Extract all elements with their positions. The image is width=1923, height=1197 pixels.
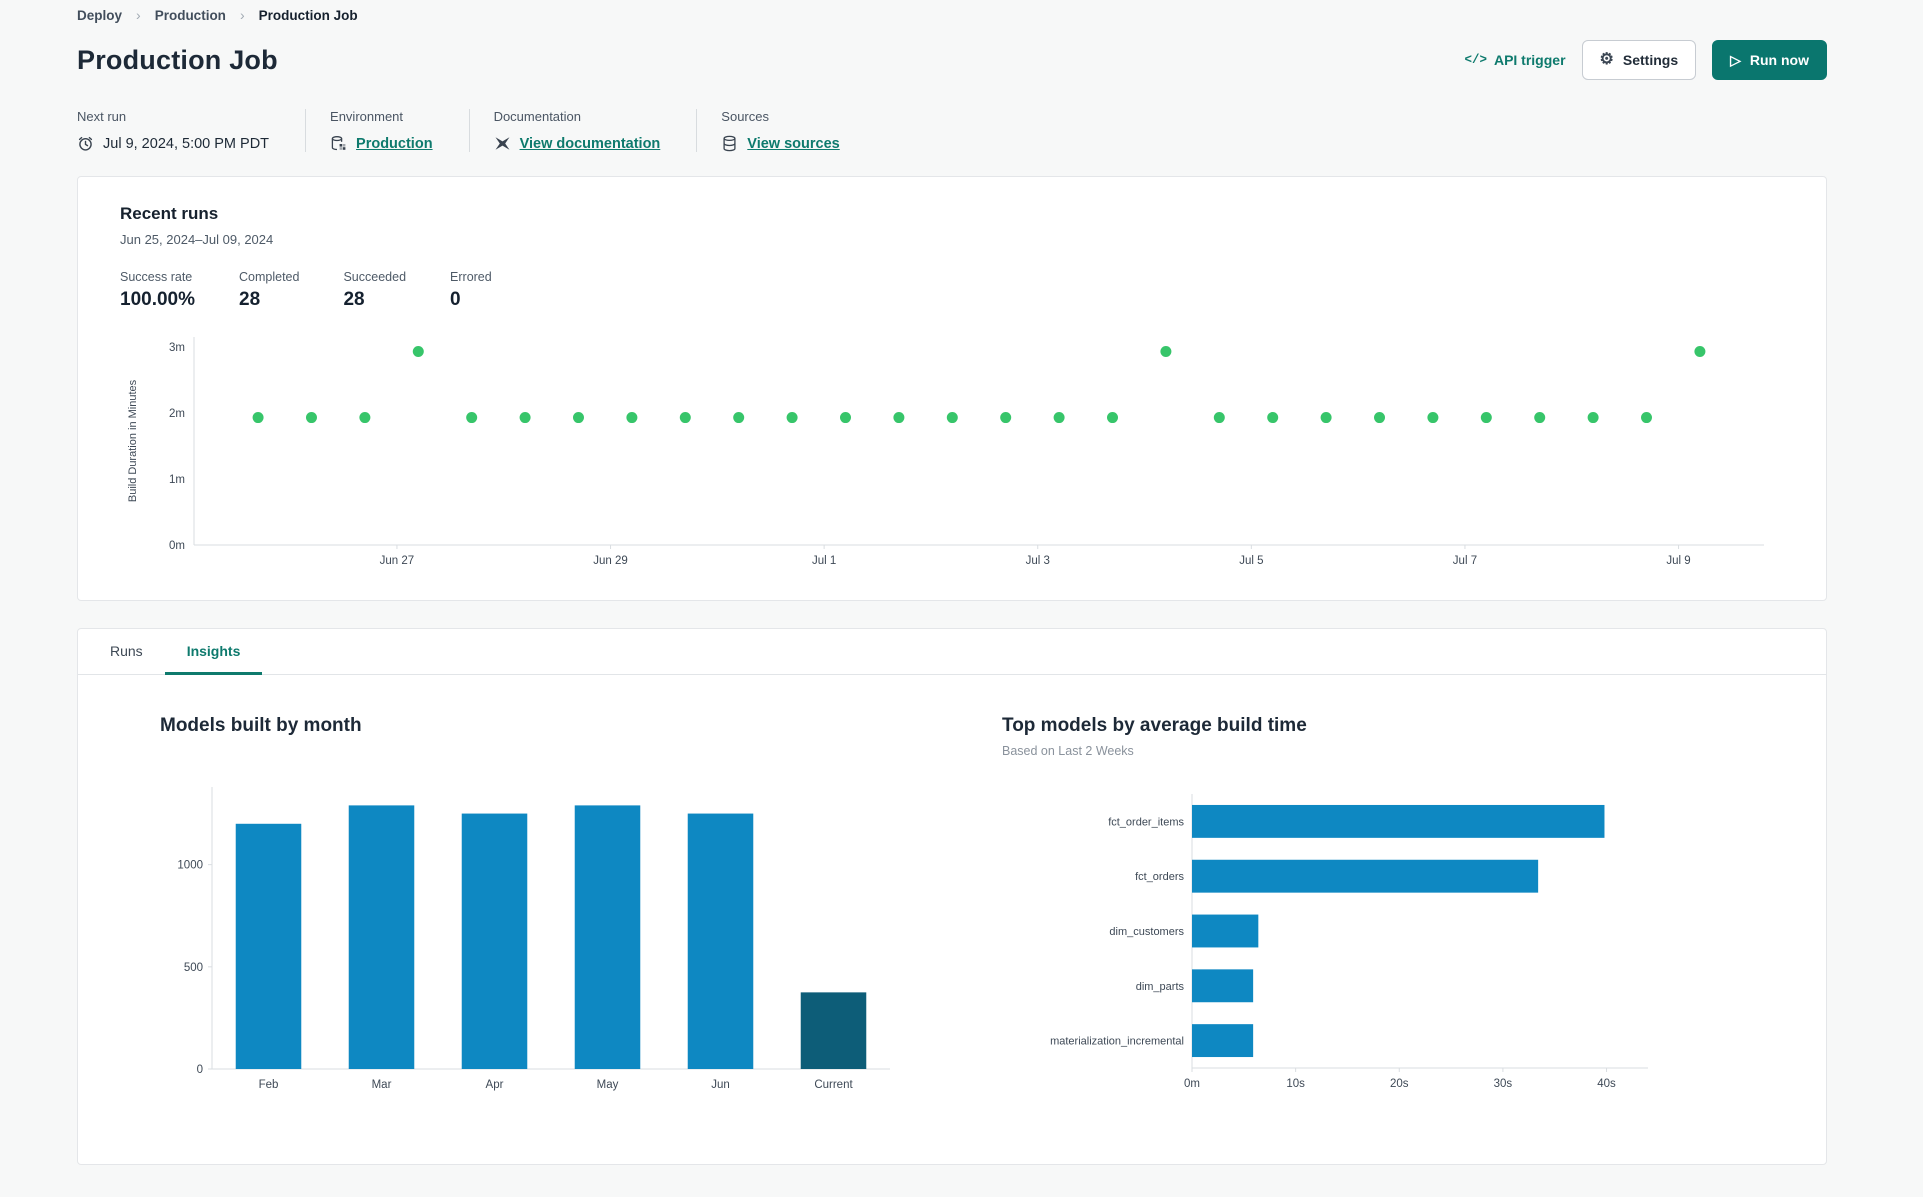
svg-text:Jun 29: Jun 29 bbox=[593, 555, 628, 567]
stat-label: Completed bbox=[239, 270, 300, 284]
header-actions: </> API trigger ⚙ Settings ▷ Run now bbox=[1464, 40, 1827, 80]
job-info-row: Next run Jul 9, 2024, 5:00 PM PDT Enviro… bbox=[77, 109, 1827, 152]
stat-success-rate: Success rate 100.00% bbox=[120, 270, 195, 311]
database-icon bbox=[721, 135, 738, 152]
tab-runs[interactable]: Runs bbox=[88, 629, 165, 675]
svg-text:10s: 10s bbox=[1286, 1078, 1305, 1090]
svg-text:Jul 7: Jul 7 bbox=[1453, 555, 1477, 567]
page-title: Production Job bbox=[77, 44, 278, 75]
insights-panel: Models built by month 0 500 1000 Feb Mar Apr M… bbox=[78, 675, 1826, 1105]
svg-text:Current: Current bbox=[814, 1079, 853, 1091]
settings-label: Settings bbox=[1622, 52, 1679, 68]
stat-value: 0 bbox=[450, 289, 461, 310]
next-run-value: Jul 9, 2024, 5:00 PM PDT bbox=[103, 135, 270, 152]
svg-text:Jul 1: Jul 1 bbox=[812, 555, 836, 567]
svg-text:0m: 0m bbox=[169, 540, 185, 552]
stat-succeeded: Succeeded 28 bbox=[343, 270, 406, 311]
breadcrumb-production-job: Production Job bbox=[258, 7, 358, 23]
environment-column: Environment Production bbox=[305, 109, 469, 152]
recent-runs-card: Recent runs Jun 25, 2024–Jul 09, 2024 Su… bbox=[77, 176, 1827, 601]
recent-runs-title: Recent runs bbox=[120, 204, 219, 223]
build-duration-scatter-chart: 0m 1m 2m 3m Jun 27 Jun 29 Jul 1 Jul 3 Jul 5 Jul 7… bbox=[120, 329, 1784, 582]
svg-text:Jul 9: Jul 9 bbox=[1666, 555, 1690, 567]
svg-text:500: 500 bbox=[184, 962, 203, 974]
svg-text:20s: 20s bbox=[1390, 1078, 1409, 1090]
dbt-docs-icon bbox=[494, 135, 511, 152]
svg-text:Apr: Apr bbox=[486, 1079, 504, 1091]
runs-insights-card: Runs Insights Models built by month 0 500… bbox=[77, 628, 1827, 1165]
breadcrumb-deploy[interactable]: Deploy bbox=[77, 8, 122, 23]
svg-text:2m: 2m bbox=[169, 408, 185, 420]
stat-value: 28 bbox=[239, 289, 261, 310]
svg-text:1m: 1m bbox=[169, 474, 185, 486]
settings-button[interactable]: ⚙ Settings bbox=[1581, 40, 1697, 80]
sources-column: Sources View sources bbox=[696, 109, 875, 152]
api-trigger-link[interactable]: </> API trigger bbox=[1464, 52, 1565, 68]
page-header: Production Job </> API trigger ⚙ Setting… bbox=[77, 40, 1827, 80]
view-sources-link[interactable]: View sources bbox=[747, 136, 839, 152]
next-run-column: Next run Jul 9, 2024, 5:00 PM PDT bbox=[77, 109, 305, 152]
svg-text:Jul 5: Jul 5 bbox=[1239, 555, 1263, 567]
stat-label: Success rate bbox=[120, 270, 193, 284]
svg-text:materialization_incremental: materialization_incremental bbox=[1050, 1036, 1184, 1048]
svg-text:0: 0 bbox=[197, 1064, 203, 1076]
code-icon: </> bbox=[1464, 53, 1487, 67]
documentation-label: Documentation bbox=[493, 109, 582, 124]
view-documentation-link[interactable]: View documentation bbox=[520, 136, 661, 152]
stat-label: Errored bbox=[450, 270, 492, 284]
models-built-by-month-block: Models built by month 0 500 1000 Feb Mar Apr M… bbox=[160, 715, 940, 1105]
chevron-right-icon: › bbox=[239, 7, 245, 23]
svg-text:0m: 0m bbox=[1184, 1078, 1200, 1090]
api-trigger-label: API trigger bbox=[1493, 52, 1566, 68]
svg-text:Mar: Mar bbox=[372, 1079, 392, 1091]
chevron-right-icon: › bbox=[136, 7, 141, 23]
next-run-label: Next run bbox=[77, 109, 127, 124]
tab-bar: Runs Insights bbox=[78, 629, 1826, 675]
page-container: Deploy › Production › Production Job Pro… bbox=[77, 0, 1827, 1165]
stat-label: Succeeded bbox=[343, 270, 407, 284]
svg-text:Feb: Feb bbox=[259, 1079, 279, 1091]
svg-text:Jun: Jun bbox=[711, 1079, 730, 1091]
svg-text:30s: 30s bbox=[1494, 1078, 1513, 1090]
tab-insights[interactable]: Insights bbox=[164, 629, 263, 675]
breadcrumb-production[interactable]: Production bbox=[155, 8, 226, 23]
recent-runs-stats: Success rate 100.00% Completed 28 Succee… bbox=[120, 270, 1784, 311]
alarm-clock-icon bbox=[77, 135, 94, 152]
top-models-chart-title: Top models by average build time bbox=[1002, 715, 1307, 736]
gear-icon: ⚙ bbox=[1599, 51, 1614, 68]
svg-text:Build Duration in Minutes: Build Duration in Minutes bbox=[127, 379, 139, 502]
svg-text:40s: 40s bbox=[1597, 1078, 1616, 1090]
svg-text:Jun 27: Jun 27 bbox=[380, 555, 415, 567]
play-icon: ▷ bbox=[1730, 52, 1741, 68]
svg-text:Jul 3: Jul 3 bbox=[1026, 555, 1050, 567]
stat-value: 100.00% bbox=[120, 289, 196, 310]
environment-label: Environment bbox=[330, 109, 404, 124]
top-models-chart-subtitle: Based on Last 2 Weeks bbox=[1002, 744, 1134, 758]
run-now-label: Run now bbox=[1749, 52, 1809, 68]
svg-text:3m: 3m bbox=[169, 342, 185, 354]
svg-text:dim_customers: dim_customers bbox=[1109, 926, 1184, 938]
breadcrumb: Deploy › Production › Production Job bbox=[77, 0, 1827, 23]
models-built-chart-title: Models built by month bbox=[160, 715, 362, 736]
environment-icon bbox=[330, 135, 347, 152]
models-built-bar-chart: 0 500 1000 Feb Mar Apr May Jun Current bbox=[160, 779, 940, 1104]
environment-link[interactable]: Production bbox=[356, 136, 433, 152]
top-models-hbar-chart: 0m 10s 20s 30s 40s fct_order_items fct_ordersd… bbox=[1002, 788, 1662, 1105]
svg-text:fct_order_items: fct_order_items bbox=[1108, 816, 1184, 828]
stat-value: 28 bbox=[343, 289, 365, 310]
svg-text:1000: 1000 bbox=[177, 860, 203, 872]
svg-text:fct_orders: fct_orders bbox=[1135, 871, 1184, 883]
stat-errored: Errored 0 bbox=[450, 270, 492, 311]
top-models-block: Top models by average build time Based o… bbox=[1002, 715, 1662, 1105]
recent-runs-date-range: Jun 25, 2024–Jul 09, 2024 bbox=[120, 232, 274, 247]
documentation-column: Documentation View documentation bbox=[468, 109, 697, 152]
sources-label: Sources bbox=[721, 109, 769, 124]
stat-completed: Completed 28 bbox=[239, 270, 299, 311]
svg-text:May: May bbox=[597, 1079, 619, 1091]
run-now-button[interactable]: ▷ Run now bbox=[1712, 40, 1827, 80]
svg-text:dim_parts: dim_parts bbox=[1136, 981, 1185, 993]
